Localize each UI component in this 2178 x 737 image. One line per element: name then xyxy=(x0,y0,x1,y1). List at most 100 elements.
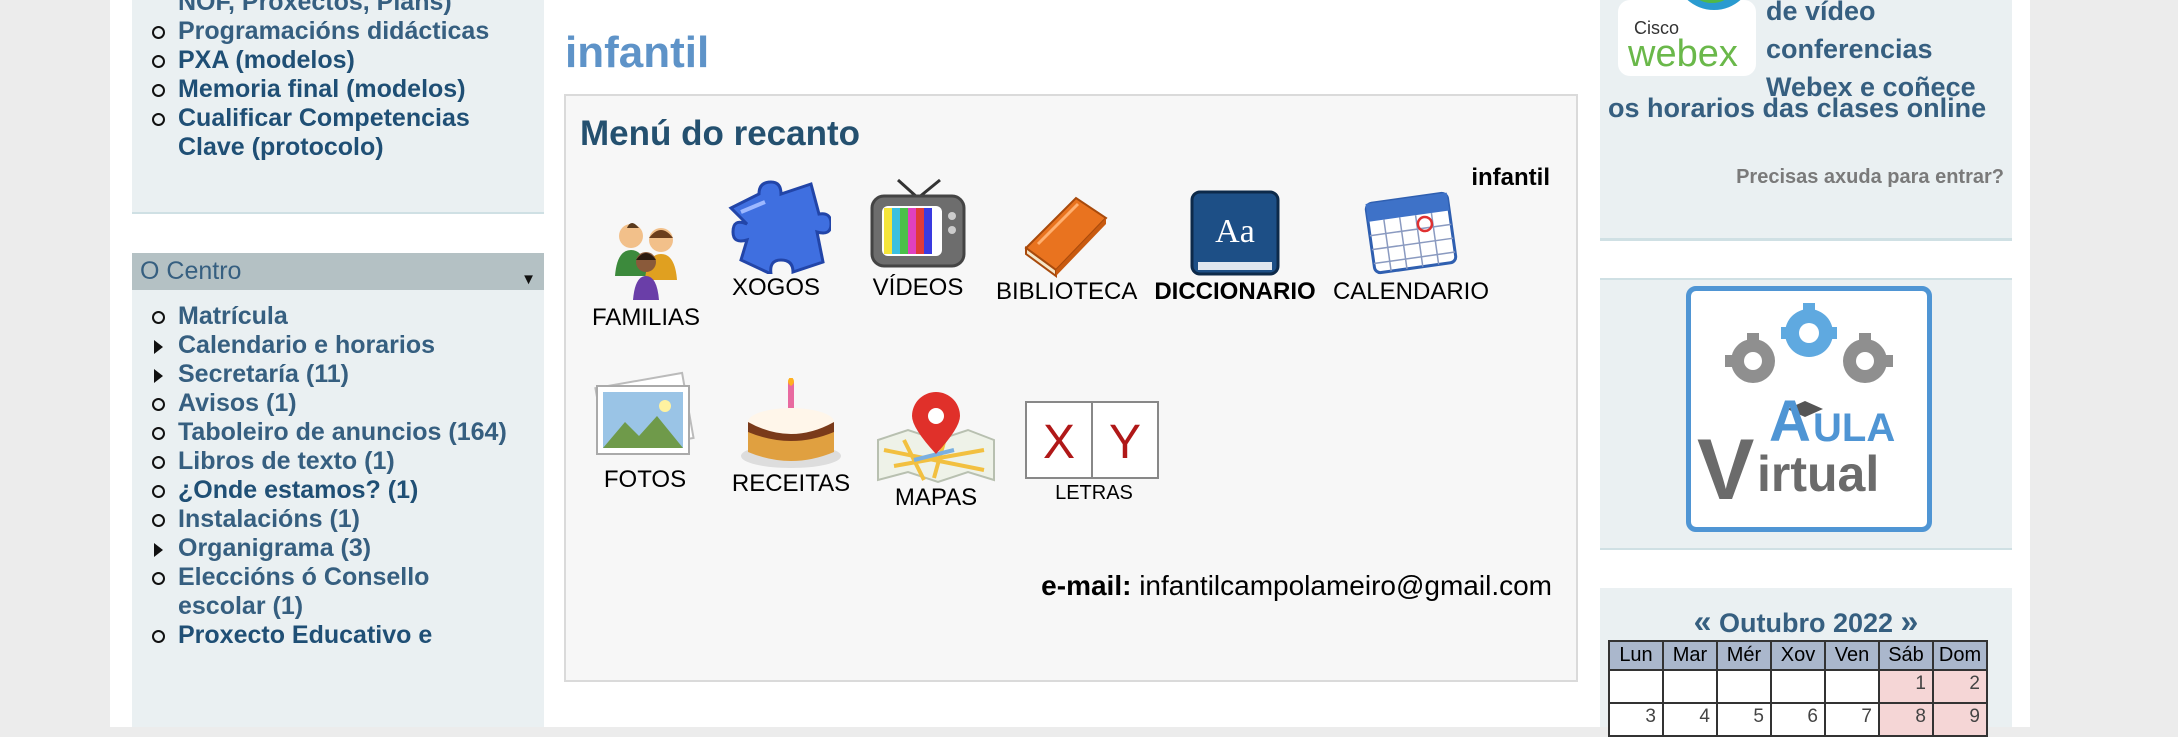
menu-item-label: Taboleiro de anuncios (164) xyxy=(178,418,507,446)
menu-item-matricula[interactable]: Matrícula xyxy=(132,302,544,331)
dictionary-badge: Aa xyxy=(1215,213,1255,250)
right-sidebar: Cisco webex de vídeo conferencias Webex … xyxy=(1600,0,2012,737)
aula-rest-v: irtual xyxy=(1757,446,1879,502)
tile-label: DICCIONARIO xyxy=(1154,278,1316,305)
calendar-day[interactable]: 7 xyxy=(1824,702,1880,737)
bullet-icon xyxy=(152,485,165,498)
expand-arrow-icon[interactable] xyxy=(154,369,163,383)
menu-item-pxa[interactable]: PXA (modelos) xyxy=(132,46,544,75)
section-header-centro[interactable]: O Centro ▼ xyxy=(132,253,544,290)
menu-item-eleccions-cont[interactable]: escolar (1) xyxy=(132,592,544,621)
left-menu-list: NOF, Proxectos, Plans) Programacións did… xyxy=(132,0,544,162)
tile-label: BIBLIOTECA xyxy=(996,278,1138,305)
tile-label: VÍDEOS xyxy=(872,274,964,301)
tile-letras[interactable]: X Y LETRAS xyxy=(1024,400,1164,505)
menu-item-label: Organigrama (3) xyxy=(178,534,372,562)
help-link[interactable]: Precisas axuda para entrar? xyxy=(1736,166,2004,189)
tile-label: MAPAS xyxy=(894,484,978,511)
aula-virtual-logo[interactable]: A ULA V irtual xyxy=(1686,286,1932,532)
tile-label: CALENDARIO xyxy=(1332,278,1490,305)
tile-label: FAMILIAS xyxy=(591,304,701,331)
tile-videos[interactable]: VÍDEOS xyxy=(858,176,978,302)
cake-icon xyxy=(741,378,841,468)
webex-logo[interactable]: Cisco webex xyxy=(1618,0,1756,76)
tile-receitas[interactable]: RECEITAS xyxy=(726,378,856,498)
menu-item-nof[interactable]: NOF, Proxectos, Plans) xyxy=(132,0,544,17)
menu-item-label: Programacións didácticas xyxy=(178,17,490,45)
tile-diccionario[interactable]: Aa DICCIONARIO xyxy=(1152,188,1318,306)
calendar-prev-button[interactable]: « xyxy=(1694,603,1712,639)
calendar-day[interactable]: 2 xyxy=(1932,669,1988,704)
tile-xogos[interactable]: XOGOS xyxy=(716,178,836,302)
menu-item-instalacions[interactable]: Instalacións (1) xyxy=(132,505,544,534)
weekday-header: Ven xyxy=(1824,640,1880,671)
menu-item-taboleiro[interactable]: Taboleiro de anuncios (164) xyxy=(132,418,544,447)
menu-item-onde-estamos[interactable]: ¿Onde estamos? (1) xyxy=(132,476,544,505)
webex-line-last[interactable]: os horarios das clases online xyxy=(1608,93,1986,124)
bullet-icon xyxy=(152,84,165,97)
family-icon xyxy=(615,223,677,300)
calendar-day[interactable]: 5 xyxy=(1716,702,1772,737)
letters-icon: X Y xyxy=(1025,401,1159,479)
aula-big-v: V xyxy=(1697,422,1754,518)
calendar-next-button[interactable]: » xyxy=(1901,603,1919,639)
aula-virtual-icon: A ULA V irtual xyxy=(1697,303,1895,518)
calendar-day xyxy=(1824,669,1880,704)
calendar-day[interactable]: 8 xyxy=(1878,702,1934,737)
menu-item-memoria[interactable]: Memoria final (modelos) xyxy=(132,75,544,104)
tile-fotos[interactable]: FOTOS xyxy=(580,366,710,494)
weekday-header: Lun xyxy=(1608,640,1664,671)
bullet-icon xyxy=(152,55,165,68)
left-menu-block: NOF, Proxectos, Plans) Programacións did… xyxy=(132,0,544,214)
tile-mapas[interactable]: MAPAS xyxy=(874,390,998,512)
tv-icon xyxy=(870,178,966,268)
letter-x: X xyxy=(1043,416,1075,469)
menu-item-organigrama[interactable]: Organigrama (3) xyxy=(132,534,544,563)
map-pin-icon xyxy=(877,392,995,484)
menu-item-proxecto[interactable]: Proxecto Educativo e xyxy=(132,621,544,650)
menu-item-cualificar-cont[interactable]: Clave (protocolo) xyxy=(132,133,544,162)
menu-item-avisos[interactable]: Avisos (1) xyxy=(132,389,544,418)
expand-arrow-icon[interactable] xyxy=(154,340,163,354)
calendar-day[interactable]: 3 xyxy=(1608,702,1664,737)
menu-item-eleccions[interactable]: Eleccións ó Consello xyxy=(132,563,544,592)
calendar-header: « Outubro 2022 » xyxy=(1600,603,2012,640)
calendar-day[interactable]: 9 xyxy=(1932,702,1988,737)
expand-arrow-icon[interactable] xyxy=(154,543,163,557)
weekday-header: Xov xyxy=(1770,640,1826,671)
book-icon xyxy=(1024,196,1108,278)
bullet-icon xyxy=(152,572,165,585)
photos-icon xyxy=(594,371,695,455)
calendar-day[interactable]: 1 xyxy=(1878,669,1934,704)
left-sidebar: NOF, Proxectos, Plans) Programacións did… xyxy=(132,0,544,727)
calendar-day[interactable]: 6 xyxy=(1770,702,1826,737)
menu-item-label: Secretaría (11) xyxy=(178,360,349,388)
tile-calendario[interactable]: CALENDARIO xyxy=(1326,188,1496,306)
tile-familias[interactable]: FAMILIAS xyxy=(586,214,706,332)
calendar-week: 3 4 5 6 7 8 9 xyxy=(1608,702,1988,737)
tile-label: FOTOS xyxy=(603,466,687,493)
calendar-table: Lun Mar Mér Xov Ven Sáb Dom 1 2 3 4 5 6 … xyxy=(1608,640,1988,737)
calendar-block: « Outubro 2022 » Lun Mar Mér Xov Ven Sáb… xyxy=(1600,588,2012,737)
tile-biblioteca[interactable]: BIBLIOTECA xyxy=(996,188,1138,306)
puzzle-icon xyxy=(728,180,831,274)
calendar-day[interactable]: 4 xyxy=(1662,702,1718,737)
menu-item-secretaria[interactable]: Secretaría (11) xyxy=(132,360,544,389)
calendar-day xyxy=(1716,669,1772,704)
menu-item-label: Eleccións ó Consello xyxy=(178,563,430,591)
webex-description[interactable]: de vídeo conferencias Webex e coñece xyxy=(1766,0,2006,106)
menu-item-label: Instalacións (1) xyxy=(178,505,360,533)
bullet-icon xyxy=(152,456,165,469)
tile-label: XOGOS xyxy=(731,274,821,301)
email-link[interactable]: infantilcampolameiro@gmail.com xyxy=(1139,570,1552,601)
menu-item-label: Calendario e horarios xyxy=(178,331,436,359)
menu-item-calendario[interactable]: Calendario e horarios xyxy=(132,331,544,360)
menu-item-programacions[interactable]: Programacións didácticas xyxy=(132,17,544,46)
menu-item-libros[interactable]: Libros de texto (1) xyxy=(132,447,544,476)
collapse-triangle-icon[interactable]: ▼ xyxy=(521,261,536,298)
menu-item-label: Proxecto Educativo e xyxy=(178,621,433,649)
tile-label: LETRAS xyxy=(1055,482,1133,504)
calendar-weekdays: Lun Mar Mér Xov Ven Sáb Dom xyxy=(1608,640,1988,671)
panel-title: Menú do recanto xyxy=(580,114,861,153)
menu-item-cualificar[interactable]: Cualificar Competencias xyxy=(132,104,544,133)
